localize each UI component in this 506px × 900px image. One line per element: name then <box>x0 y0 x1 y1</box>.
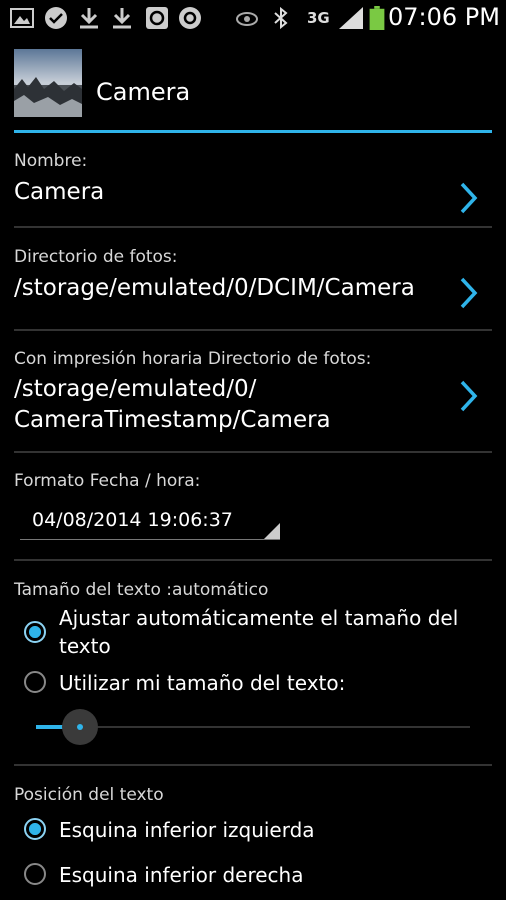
gallery-icon <box>10 8 34 28</box>
radio-bottom-left[interactable] <box>24 818 46 840</box>
chevron-right-icon <box>460 182 478 214</box>
camera-thumbnail <box>14 49 82 117</box>
check-circle-icon <box>45 7 67 29</box>
pref-directorio-value: /storage/emulated/0/DCIM/Camera <box>14 275 415 301</box>
network-type: 3G <box>307 9 330 27</box>
divider <box>14 451 492 453</box>
app-header: Camera <box>0 36 506 132</box>
radio-auto-size[interactable] <box>24 621 46 643</box>
text-size-slider-track[interactable] <box>36 726 470 728</box>
header-accent-line <box>14 130 492 133</box>
eye-icon <box>236 12 258 26</box>
date-format-value: 04/08/2014 19:06:37 <box>32 509 233 531</box>
pref-formato-label: Formato Fecha / hora: <box>14 471 201 491</box>
radio-bottom-left-label[interactable]: Esquina inferior izquierda <box>59 816 315 844</box>
chevron-right-icon <box>460 380 478 412</box>
battery-icon <box>369 6 385 30</box>
text-size-slider-thumb[interactable] <box>62 709 98 745</box>
radio-auto-size-label-line1[interactable]: Ajustar automáticamente el tamaño del <box>59 604 458 632</box>
download-icon <box>80 8 98 29</box>
pref-directorio-label: Directorio de fotos: <box>14 247 178 267</box>
pref-timestamp-dir-value-line2: CameraTimestamp/Camera <box>14 407 331 433</box>
clock: 07:06 PM <box>388 3 500 31</box>
app-icon <box>146 7 168 29</box>
divider <box>14 226 492 228</box>
text-size-label: Tamaño del texto :automático <box>14 580 269 600</box>
radio-bottom-right[interactable] <box>24 863 46 885</box>
date-format-spinner[interactable]: 04/08/2014 19:06:37 <box>20 503 280 540</box>
divider <box>14 559 492 561</box>
dropdown-triangle-icon <box>264 523 280 539</box>
sync-icon <box>179 7 201 29</box>
pref-timestamp-dir-label: Con impresión horaria Directorio de foto… <box>14 349 372 369</box>
download-icon <box>113 8 131 29</box>
pref-timestamp-dir-value-line1: /storage/emulated/0/ <box>14 376 257 402</box>
bluetooth-icon <box>274 6 288 30</box>
text-position-label: Posición del texto <box>14 785 164 805</box>
radio-auto-size-label-line2[interactable]: texto <box>59 632 111 660</box>
radio-custom-size-label[interactable]: Utilizar mi tamaño del texto: <box>59 669 345 697</box>
header-title: Camera <box>96 78 191 106</box>
chevron-right-icon <box>460 277 478 309</box>
pref-nombre-value: Camera <box>14 179 105 205</box>
pref-nombre-label: Nombre: <box>14 151 88 171</box>
signal-icon <box>339 7 363 29</box>
radio-bottom-right-label[interactable]: Esquina inferior derecha <box>59 861 303 889</box>
status-bar: 3G 07:06 PM <box>0 0 506 36</box>
radio-custom-size[interactable] <box>24 671 46 693</box>
divider <box>14 764 492 766</box>
divider <box>14 329 492 331</box>
